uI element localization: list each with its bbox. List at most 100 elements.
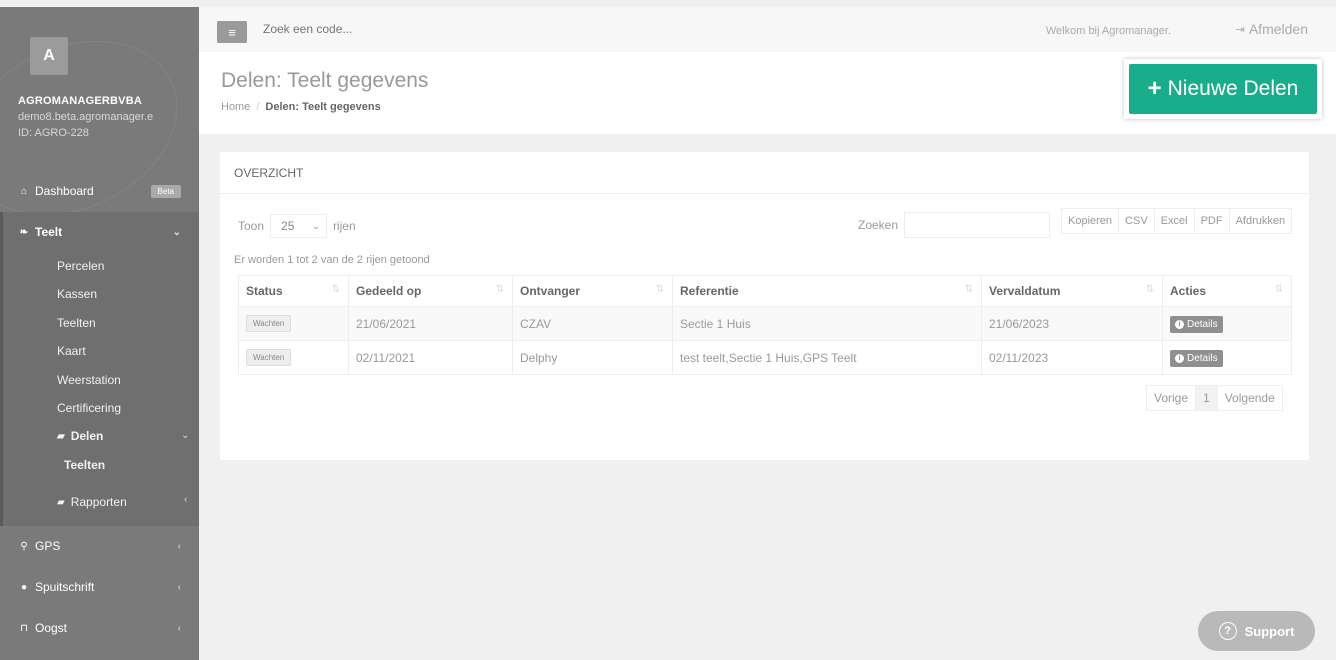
details-button[interactable]: i Details xyxy=(1170,315,1223,333)
table-search-input[interactable] xyxy=(904,212,1051,238)
chevron-down-icon: ⌄ xyxy=(312,220,320,231)
excel-button[interactable]: Excel xyxy=(1153,209,1194,233)
new-button-frame: + Nieuwe Delen xyxy=(1124,59,1322,119)
column-label: Status xyxy=(246,284,283,298)
sidebar-item-gps[interactable]: ⚲ GPS ‹ xyxy=(0,532,199,560)
sidebar-item-kaart[interactable]: Kaart xyxy=(57,341,86,361)
status-badge: Wachten xyxy=(246,349,292,366)
sidebar-item-rapporten[interactable]: ▰ Rapporten xyxy=(57,492,127,512)
sidebar-item-delen-teelten[interactable]: Teelten xyxy=(64,455,105,475)
new-share-label: Nieuwe Delen xyxy=(1167,77,1299,100)
print-button[interactable]: Afdrukken xyxy=(1228,209,1292,233)
status-cell: Wachten xyxy=(238,306,349,341)
column-label: Acties xyxy=(1170,284,1207,298)
column-label: Gedeeld op xyxy=(356,284,422,298)
status-badge: Wachten xyxy=(246,315,292,332)
breadcrumb: Home / Delen: Teelt gegevens xyxy=(221,101,381,113)
recipient-cell: Delphy xyxy=(512,340,673,375)
expiry-cell: 21/06/2023 xyxy=(981,306,1163,341)
map-marker-icon: ⚲ xyxy=(20,540,28,552)
new-share-button[interactable]: + Nieuwe Delen xyxy=(1129,64,1317,114)
table-header-row: Status ⇅ Gedeeld op ⇅ Ontvanger ⇅ Referenti… xyxy=(238,275,1292,307)
breadcrumb-current: Delen: Teelt gegevens xyxy=(265,101,381,113)
page-title: Delen: Teelt gegevens xyxy=(221,69,429,92)
sidebar-item-oogst[interactable]: ⊓ Oogst ‹ xyxy=(0,614,199,642)
sign-out-icon: ⇥ xyxy=(1235,23,1245,36)
overview-panel: OVERZICHT Toon 25 ⌄ rijen Zoeken Kopiere… xyxy=(220,152,1309,460)
breadcrumb-separator: / xyxy=(256,101,260,113)
shared-cell: 02/11/2021 xyxy=(348,340,513,375)
page-size-select[interactable]: 25 ⌄ xyxy=(270,214,327,238)
csv-button[interactable]: CSV xyxy=(1118,209,1154,233)
pagination: Vorige 1 Volgende xyxy=(1146,385,1283,411)
sidebar: A AGROMANAGERBVBA demo8.beta.agromanager… xyxy=(0,7,199,660)
sidebar-item-label: GPS xyxy=(35,539,61,553)
status-cell: Wachten xyxy=(238,340,349,375)
shares-table: Status ⇅ Gedeeld op ⇅ Ontvanger ⇅ Referenti… xyxy=(238,275,1292,375)
drop-icon: ● xyxy=(20,581,28,593)
sidebar-item-kassen[interactable]: Kassen xyxy=(57,284,97,304)
sidebar-item-label: Spuitschrift xyxy=(35,580,95,594)
breadcrumb-home[interactable]: Home xyxy=(221,101,250,113)
logout-link[interactable]: ⇥ Afmelden xyxy=(1236,21,1308,37)
column-header-reference[interactable]: Referentie ⇅ xyxy=(672,275,982,307)
column-label: Referentie xyxy=(680,284,739,298)
reference-cell: test teelt,Sectie 1 Huis,GPS Teelt xyxy=(672,340,982,375)
actions-cell: i Details xyxy=(1162,306,1292,341)
page-1-button[interactable]: 1 xyxy=(1195,386,1217,410)
account-id: ID: AGRO-228 xyxy=(18,127,89,139)
chevron-left-icon: ‹ xyxy=(184,494,188,505)
next-page-button[interactable]: Volgende xyxy=(1216,386,1282,410)
sidebar-item-label: Delen xyxy=(70,429,104,443)
welcome-text: Welkom bij Agromanager. xyxy=(1045,25,1171,37)
page-size-value: 25 xyxy=(281,219,295,233)
sidebar-item-spuitschrift[interactable]: ● Spuitschrift ‹ xyxy=(0,573,199,601)
account-panel: A xyxy=(0,7,199,168)
column-label: Vervaldatum xyxy=(989,284,1061,298)
search-label: Zoeken xyxy=(858,218,899,232)
chevron-left-icon: ‹ xyxy=(177,622,181,634)
chevron-left-icon: ‹ xyxy=(177,540,181,552)
sidebar-item-weerstation[interactable]: Weerstation xyxy=(57,370,121,390)
company-name: AGROMANAGERBVBA xyxy=(18,95,142,107)
support-button[interactable]: ? Support xyxy=(1198,611,1315,651)
table-search: Zoeken xyxy=(858,212,1051,238)
previous-page-button[interactable]: Vorige xyxy=(1147,386,1195,410)
code-search-input[interactable] xyxy=(263,22,513,36)
sidebar-item-teelten[interactable]: Teelten xyxy=(57,313,96,333)
folder-open-icon: ▰ xyxy=(57,430,65,442)
sort-icon: ⇅ xyxy=(1274,284,1283,295)
plus-icon: + xyxy=(1147,75,1162,102)
column-header-recipient[interactable]: Ontvanger ⇅ xyxy=(512,275,673,307)
table-info: Er worden 1 tot 2 van de 2 rijen getoond xyxy=(234,254,430,266)
basket-icon: ⊓ xyxy=(20,622,28,634)
column-header-expiry[interactable]: Vervaldatum ⇅ xyxy=(981,275,1163,307)
copy-button[interactable]: Kopieren xyxy=(1062,209,1118,233)
support-label: Support xyxy=(1244,623,1295,639)
sort-icon: ⇅ xyxy=(331,284,340,295)
sidebar-item-certificering[interactable]: Certificering xyxy=(57,398,121,418)
reference-cell: Sectie 1 Huis xyxy=(672,306,982,341)
column-header-actions[interactable]: Acties ⇅ xyxy=(1162,275,1292,307)
chevron-down-icon: ⌄ xyxy=(181,430,190,441)
details-label: Details xyxy=(1187,352,1218,364)
menu-toggle-button[interactable]: ≡ xyxy=(217,21,247,43)
question-icon: ? xyxy=(1218,622,1237,640)
sidebar-item-label: Oogst xyxy=(35,621,68,635)
avatar[interactable]: A xyxy=(30,37,68,75)
details-label: Details xyxy=(1187,318,1218,330)
show-label: Toon xyxy=(238,219,265,233)
sidebar-item-teelt[interactable]: ❧ Teelt ⌄ xyxy=(0,218,199,246)
details-button[interactable]: i Details xyxy=(1170,349,1223,367)
sidebar-item-percelen[interactable]: Percelen xyxy=(57,256,104,276)
sidebar-item-delen[interactable]: ▰ Delen xyxy=(57,426,103,446)
expiry-cell: 02/11/2023 xyxy=(981,340,1163,375)
column-header-status[interactable]: Status ⇅ xyxy=(238,275,349,307)
column-label: Ontvanger xyxy=(520,284,581,298)
sidebar-item-label: Teelt xyxy=(35,225,63,239)
sidebar-item-dashboard[interactable]: ⌂ Dashboard Beta xyxy=(0,177,199,205)
column-header-shared[interactable]: Gedeeld op ⇅ xyxy=(348,275,513,307)
table-row: Wachten 21/06/2021 CZAV Sectie 1 Huis 21… xyxy=(238,306,1292,341)
recipient-cell: CZAV xyxy=(512,306,673,341)
pdf-button[interactable]: PDF xyxy=(1193,209,1229,233)
